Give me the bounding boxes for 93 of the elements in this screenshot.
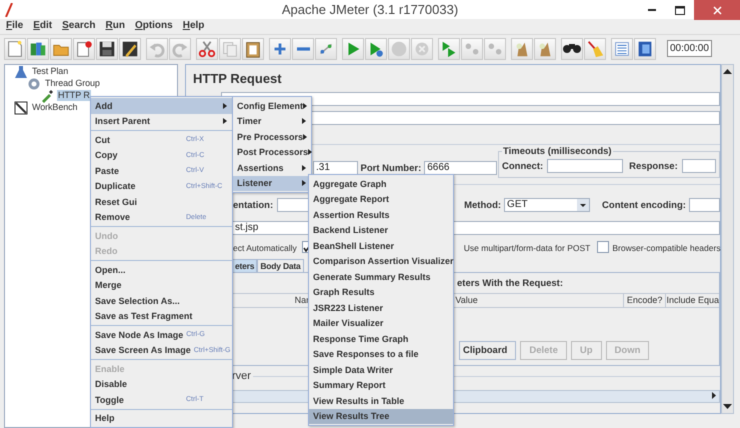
checkbox-label: ect Automatically xyxy=(233,243,297,253)
input-field[interactable]: .31 xyxy=(313,161,358,175)
input-field[interactable] xyxy=(688,198,720,212)
gear-icon xyxy=(27,76,41,90)
menu-item[interactable]: Save Responses to a file xyxy=(309,346,453,362)
menu-item[interactable]: Timer xyxy=(233,114,311,129)
checkbox[interactable] xyxy=(597,240,610,252)
menu-item[interactable]: Summary Report xyxy=(309,378,453,393)
menu-item[interactable]: Add xyxy=(91,98,232,114)
menu-item[interactable]: Merge xyxy=(91,278,232,293)
submenu-arrow-icon xyxy=(308,149,312,156)
flask-icon xyxy=(14,64,28,78)
group-title: rver xyxy=(232,370,251,382)
menu-item[interactable]: Assertions xyxy=(233,160,311,176)
group-title: Timeouts (milliseconds) xyxy=(502,146,613,157)
field-label: Port Number: xyxy=(360,162,422,174)
column-header: Encode? xyxy=(624,294,666,307)
menu-item[interactable]: Options xyxy=(134,20,173,34)
window-title: Apache JMeter (3.1 r1770033) xyxy=(282,2,458,17)
submenu-arrow-icon xyxy=(303,102,308,109)
menu-item[interactable]: BeanShell Listener xyxy=(309,238,453,254)
elapsed-time: 00:00:00 xyxy=(667,40,712,57)
menu-item[interactable]: Config Element xyxy=(233,98,311,114)
pencil-document-icon xyxy=(120,38,140,58)
input-field[interactable] xyxy=(682,159,716,173)
panel-title: HTTP Request xyxy=(192,70,283,88)
menu-item[interactable]: Pre Processors xyxy=(233,129,311,144)
tab[interactable]: eters xyxy=(232,259,258,272)
menu-item[interactable]: Comparison Assertion Visualizer xyxy=(309,254,453,269)
submenu-arrow-icon xyxy=(223,102,227,109)
menu-item[interactable]: View Results Tree xyxy=(309,408,453,424)
input-field[interactable] xyxy=(547,159,624,173)
tree-item[interactable]: WorkBench xyxy=(31,102,78,113)
field-label: Content encoding: xyxy=(602,200,686,210)
menu-item[interactable]: Backend Listener xyxy=(309,222,453,238)
menu-item[interactable]: Generate Summary Results xyxy=(309,269,453,284)
submenu-arrow-icon xyxy=(223,118,227,124)
tree-item[interactable]: HTTP R xyxy=(57,90,91,101)
submenu-arrow-icon xyxy=(303,134,308,140)
section-title: eters With the Request: xyxy=(457,278,564,289)
scissors-icon xyxy=(197,38,217,58)
vertical-scrollbar[interactable] xyxy=(721,64,734,414)
menu-item[interactable]: Listener xyxy=(233,176,311,191)
workbench-icon xyxy=(14,100,28,114)
field-label: Connect: xyxy=(502,160,544,172)
menu-item[interactable]: Disable xyxy=(91,376,232,392)
field-label: entation: xyxy=(233,200,274,210)
tree-item[interactable]: Thread Group xyxy=(44,78,101,89)
minus-icon xyxy=(296,46,310,50)
document-icon xyxy=(5,38,25,58)
menu-item[interactable]: Search xyxy=(62,20,96,34)
menu-item[interactable]: Help xyxy=(91,410,232,426)
menu-item[interactable]: Save Selection As... xyxy=(91,293,232,308)
menu-item[interactable]: Aggregate Report xyxy=(309,192,453,207)
binoculars-icon xyxy=(563,44,581,54)
checkbox-label: Browser-compatible headers xyxy=(612,243,721,253)
document-close-icon xyxy=(74,38,94,58)
menu-item[interactable]: Save as Test Fragment xyxy=(91,308,232,324)
input-field[interactable]: 6666 xyxy=(424,161,497,175)
maximize-icon[interactable] xyxy=(675,6,685,14)
broom-icon xyxy=(585,38,605,58)
field-label: Method: xyxy=(464,200,502,210)
submenu-arrow-icon xyxy=(302,118,306,124)
stop-icon xyxy=(389,38,409,58)
menu-item[interactable]: Response Time Graph xyxy=(309,331,453,346)
caret-icon xyxy=(577,199,590,211)
menu-item[interactable]: Help xyxy=(182,20,204,34)
menu-item[interactable]: Aggregate Graph xyxy=(309,176,453,192)
submenu-arrow-icon xyxy=(302,164,306,171)
menu-item[interactable]: Mailer Visualizer xyxy=(309,316,453,331)
menu-item[interactable]: Simple Data Writer xyxy=(309,362,453,378)
down-arrow-icon xyxy=(723,404,732,410)
menu-item[interactable]: View Results in Table xyxy=(309,393,453,408)
close-icon xyxy=(712,6,722,14)
up-arrow-icon xyxy=(723,68,732,74)
menu-item[interactable]: Open... xyxy=(91,262,232,278)
pipette-icon xyxy=(40,88,54,102)
menu-item[interactable]: Reset Gui xyxy=(91,194,232,210)
tab[interactable]: Body Data xyxy=(257,259,304,272)
field-label: Response: xyxy=(629,160,678,172)
tree-item[interactable]: Test Plan xyxy=(31,66,70,77)
menu-item[interactable]: Run xyxy=(105,20,125,34)
checkbox-label: Use multipart/form-data for POST xyxy=(464,243,590,253)
menu-item[interactable]: Post Processors xyxy=(233,144,311,160)
feather-icon xyxy=(5,3,13,17)
menu-item[interactable]: Assertion Results xyxy=(309,207,453,222)
menu-item[interactable]: Insert Parent xyxy=(91,114,232,129)
column-header: Include Equa xyxy=(666,294,719,307)
menu-item[interactable]: File xyxy=(6,20,24,34)
close-button[interactable] xyxy=(694,0,740,20)
menu-item[interactable]: Edit xyxy=(33,20,52,34)
method-dropdown[interactable]: GET xyxy=(504,198,590,212)
action-button[interactable]: Clipboard xyxy=(459,341,516,360)
